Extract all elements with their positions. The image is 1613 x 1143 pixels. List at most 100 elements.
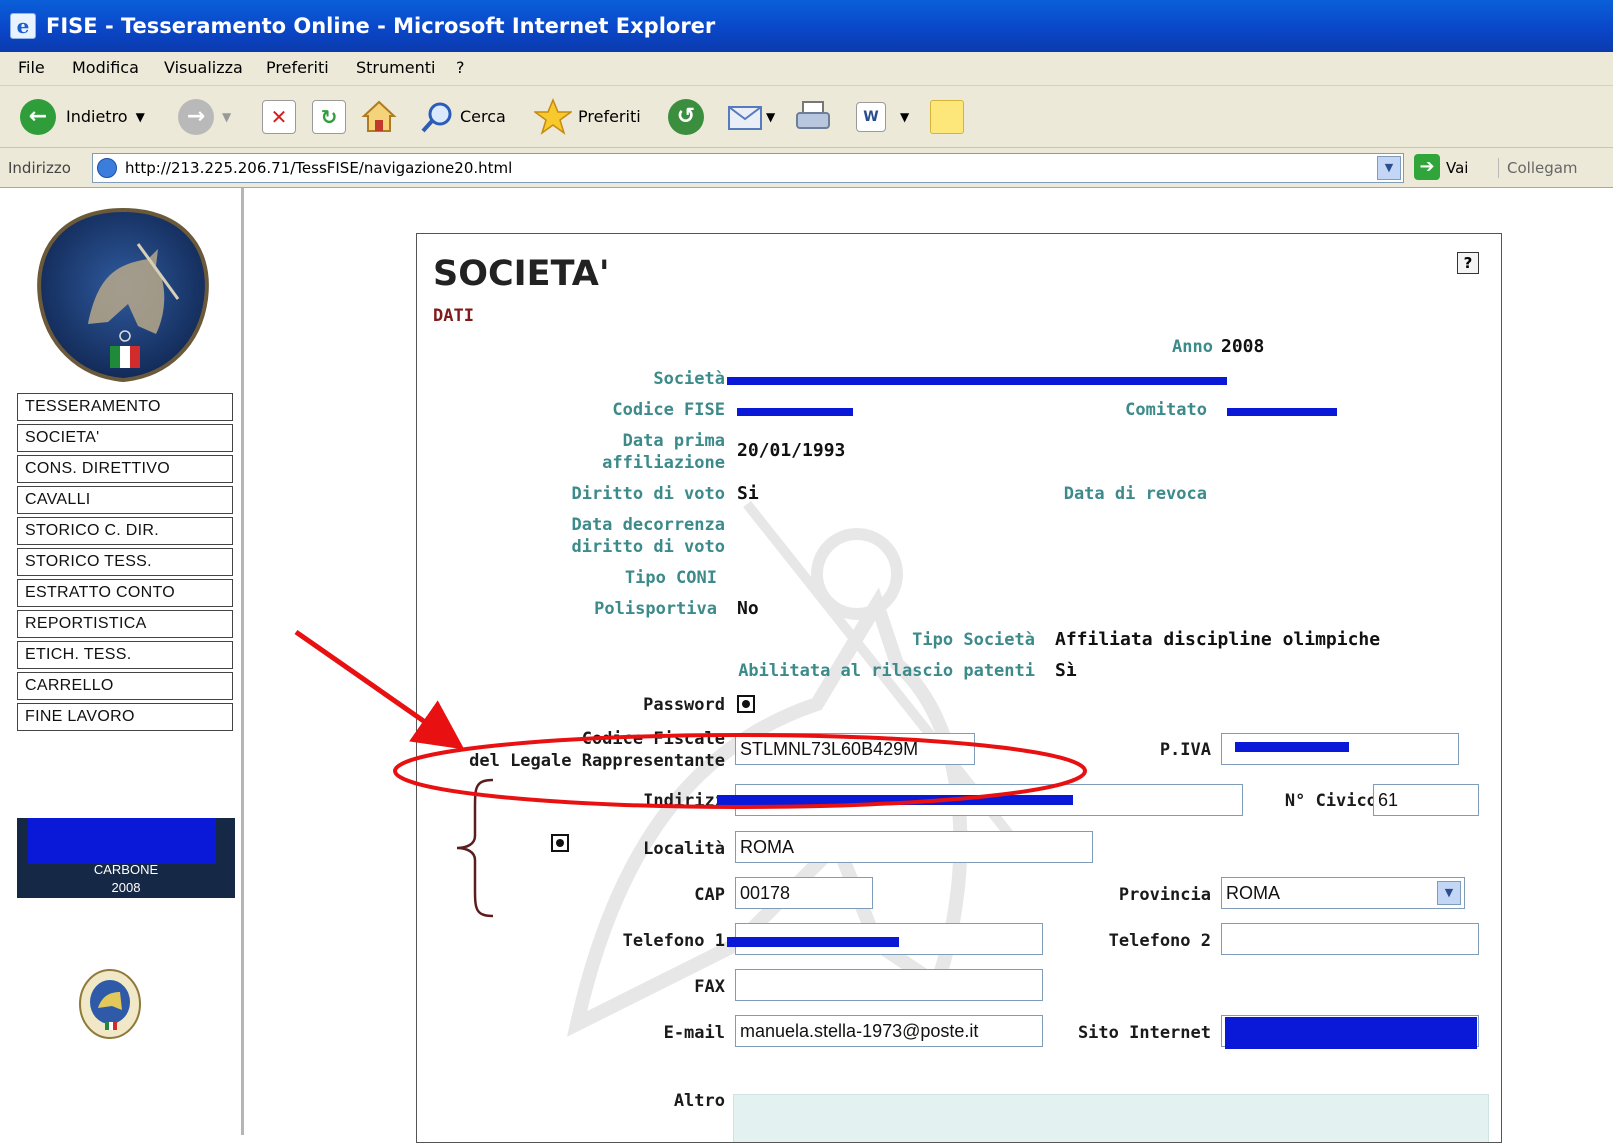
mail-icon <box>728 106 762 130</box>
mail-button[interactable]: ▼ <box>726 96 775 138</box>
notes-button[interactable] <box>930 96 964 138</box>
club-name-redaction <box>28 818 216 864</box>
address-group-brace <box>456 778 494 918</box>
sticky-note-icon <box>930 100 964 134</box>
stop-button[interactable]: ✕ <box>262 96 296 138</box>
nav-storico-c-dir[interactable]: STORICO C. DIR. <box>17 517 233 545</box>
nav-storico-tess[interactable]: STORICO TESS. <box>17 548 233 576</box>
forward-button[interactable]: → ▼ <box>178 96 231 138</box>
mail-dropdown-icon[interactable]: ▼ <box>766 111 775 123</box>
address-radio-button[interactable] <box>551 834 569 852</box>
address-field[interactable]: http://213.225.206.71/TessFISE/navigazio… <box>92 153 1404 183</box>
links-label[interactable]: Collegam <box>1498 158 1578 178</box>
menu-visualizza[interactable]: Visualizza <box>164 57 243 79</box>
address-label: Indirizzo <box>8 159 71 177</box>
favorites-button[interactable]: Preferiti <box>534 96 641 138</box>
nav-carrello[interactable]: CARRELLO <box>17 672 233 700</box>
home-button[interactable] <box>360 96 398 138</box>
club-info-box: CARBONE 2008 <box>17 818 235 898</box>
civico-input[interactable]: 61 <box>1373 784 1479 816</box>
email-input[interactable]: manuela.stella-1973@poste.it <box>735 1015 1043 1047</box>
go-button[interactable]: Vai <box>1446 158 1468 178</box>
nav-cons-direttivo[interactable]: CONS. DIRETTIVO <box>17 455 233 483</box>
fax-input[interactable] <box>735 969 1043 1001</box>
back-arrow-icon: ← <box>20 99 56 135</box>
history-icon: ↺ <box>668 99 704 135</box>
menu-preferiti[interactable]: Preferiti <box>266 57 329 79</box>
section-subtitle: DATI <box>433 306 474 326</box>
back-dropdown-icon[interactable]: ▼ <box>136 111 145 123</box>
menu-file[interactable]: File <box>18 57 45 79</box>
telefono1-label: Telefono 1 <box>622 931 725 951</box>
diritto-voto-value: Si <box>737 483 759 504</box>
codice-fise-redaction <box>737 408 853 416</box>
edit-dropdown-icon[interactable]: ▼ <box>900 111 909 123</box>
club-year: 2008 <box>111 880 141 895</box>
menu-strumenti[interactable]: Strumenti <box>356 57 435 79</box>
provincia-select[interactable]: ROMA ▼ <box>1221 877 1465 909</box>
home-icon <box>361 100 397 132</box>
codice-fiscale-input[interactable]: STLMNL73L60B429M <box>735 733 975 765</box>
refresh-icon: ↻ <box>312 100 346 134</box>
toolbar: ← Indietro ▼ → ▼ ✕ ↻ Cerca Preferiti ↺ ▼… <box>0 86 1613 148</box>
polisportiva-label: Polisportiva <box>594 599 717 619</box>
nav-societa[interactable]: SOCIETA' <box>17 424 233 452</box>
address-url[interactable]: http://213.225.206.71/TessFISE/navigazio… <box>125 158 512 178</box>
nav-estratto-conto[interactable]: ESTRATTO CONTO <box>17 579 233 607</box>
data-revoca-label: Data di revoca <box>1063 484 1207 504</box>
tipo-coni-label: Tipo CONI <box>624 568 717 588</box>
edit-button[interactable]: W ▼ <box>856 96 909 138</box>
address-dropdown-icon[interactable]: ▼ <box>1377 156 1401 180</box>
data-prima-value: 20/01/1993 <box>737 440 846 461</box>
search-button[interactable]: Cerca <box>420 96 506 138</box>
indirizzo-label: Indirizz <box>643 791 725 811</box>
word-edit-icon: W <box>856 102 886 132</box>
telefono1-redaction <box>727 937 899 947</box>
nav-fine-lavoro[interactable]: FINE LAVORO <box>17 703 233 731</box>
chevron-down-icon[interactable]: ▼ <box>1437 881 1461 905</box>
stop-icon: ✕ <box>262 100 296 134</box>
societa-form-panel: ? SOCIETA' DATI Anno 2008 Società Codice… <box>416 233 1502 1143</box>
indirizzo-redaction <box>717 795 1073 805</box>
nav-etich-tess[interactable]: ETICH. TESS. <box>17 641 233 669</box>
tipo-societa-value: Affiliata discipline olimpiche <box>1055 629 1381 650</box>
forward-dropdown-icon[interactable]: ▼ <box>222 111 231 123</box>
menu-help[interactable]: ? <box>456 57 465 79</box>
search-label: Cerca <box>460 107 506 126</box>
print-button[interactable] <box>794 96 832 138</box>
history-button[interactable]: ↺ <box>668 96 704 138</box>
nav-cavalli[interactable]: CAVALLI <box>17 486 233 514</box>
civico-label: N° Civico <box>1284 791 1377 811</box>
menu-modifica[interactable]: Modifica <box>72 57 139 79</box>
forward-arrow-icon: → <box>178 99 214 135</box>
provincia-label: Provincia <box>1118 885 1211 905</box>
back-button[interactable]: ← Indietro ▼ <box>20 96 145 138</box>
club-name: CARBONE <box>93 862 159 877</box>
search-icon <box>421 102 452 133</box>
telefono2-label: Telefono 2 <box>1108 931 1211 951</box>
fise-small-logo <box>79 969 141 1039</box>
nav-tesseramento[interactable]: TESSERAMENTO <box>17 393 233 421</box>
tipo-societa-label: Tipo Società <box>912 630 1035 650</box>
page-title: SOCIETA' <box>433 254 610 294</box>
refresh-button[interactable]: ↻ <box>312 96 346 138</box>
nav-reportistica[interactable]: REPORTISTICA <box>17 610 233 638</box>
comitato-redaction <box>1227 408 1337 416</box>
provincia-selected-value: ROMA <box>1226 883 1280 903</box>
sito-internet-label: Sito Internet <box>1077 1023 1211 1043</box>
page-icon <box>97 158 117 178</box>
address-bar: Indirizzo http://213.225.206.71/TessFISE… <box>0 148 1613 188</box>
localita-input[interactable]: ROMA <box>735 831 1093 863</box>
anno-label: Anno <box>1172 337 1213 357</box>
go-arrow-icon[interactable]: ➔ <box>1414 154 1440 180</box>
data-prima-label-line2: affiliazione <box>602 453 725 473</box>
help-button[interactable]: ? <box>1457 252 1479 274</box>
ie-logo-icon: e <box>10 13 36 39</box>
polisportiva-value: No <box>737 598 759 619</box>
sito-internet-redaction <box>1225 1017 1477 1049</box>
password-checkbox[interactable] <box>737 695 755 713</box>
cap-input[interactable]: 00178 <box>735 877 873 909</box>
altro-textarea[interactable] <box>733 1094 1489 1142</box>
telefono2-input[interactable] <box>1221 923 1479 955</box>
abilitata-label: Abilitata al rilascio patenti <box>738 661 1035 681</box>
